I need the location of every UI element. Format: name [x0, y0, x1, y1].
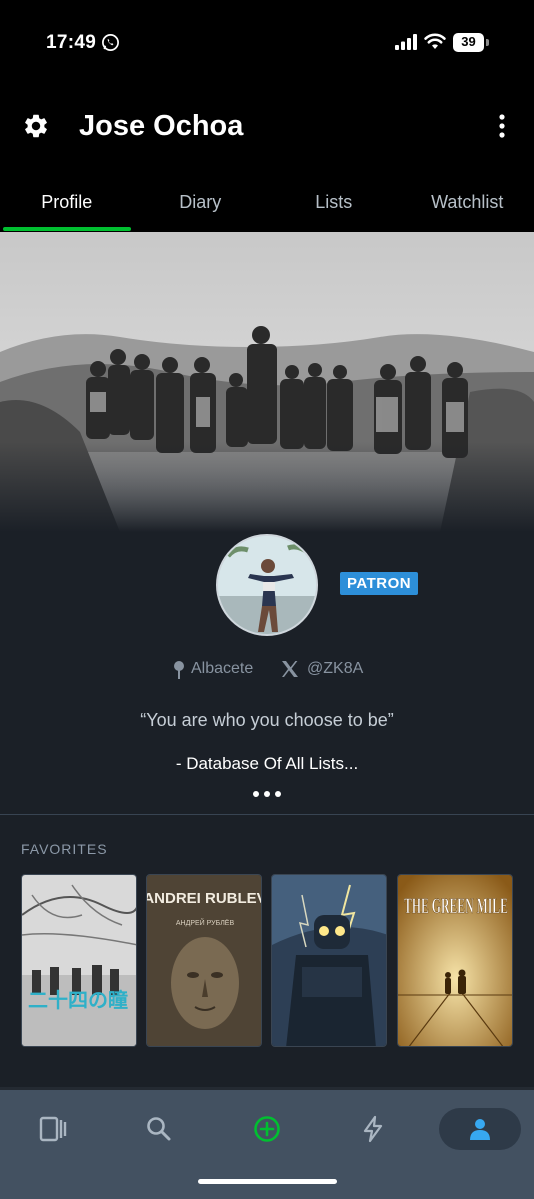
poster-title-text: ANDREI RUBLEV: [147, 890, 262, 907]
nav-add-button[interactable]: [226, 1108, 308, 1150]
tab-watchlist[interactable]: Watchlist: [401, 172, 534, 232]
whatsapp-icon: [102, 34, 119, 51]
favorites-heading: FAVORITES: [21, 841, 108, 857]
profile-bio: “You are who you choose to be”: [140, 710, 394, 730]
expand-bio-ellipsis-icon[interactable]: [252, 790, 282, 798]
status-time: 17:49: [46, 32, 97, 53]
avatar-photo: [218, 536, 316, 634]
poster-artwork: THE GREEN MILE: [398, 875, 512, 1046]
nav-films-button[interactable]: [12, 1108, 94, 1150]
profile-location: Albacete: [191, 660, 254, 677]
section-divider: [0, 814, 534, 815]
profile-content: PATRON Albacete @ZK8A “You are who you c…: [0, 232, 534, 1090]
activity-icon: [363, 1115, 383, 1143]
poster-artwork: [272, 875, 386, 1046]
patron-badge: PATRON: [340, 572, 419, 595]
poster-artwork: 二十四の瞳: [22, 875, 136, 1046]
profile-username: Jose Ochoa: [79, 110, 244, 142]
poster-title-text: 二十四の瞳: [28, 988, 128, 1012]
profile-icon: [470, 1119, 490, 1140]
add-icon: [254, 1116, 280, 1142]
twitter-handle-link[interactable]: @ZK8A: [307, 660, 363, 682]
settings-gear-icon[interactable]: [22, 112, 50, 140]
profile-avatar[interactable]: [216, 534, 318, 636]
nav-search-button[interactable]: [118, 1108, 200, 1150]
profile-tabs: Profile Diary Lists Watchlist: [0, 172, 534, 232]
more-options-icon[interactable]: [492, 112, 512, 140]
profile-bio-second-line: - Database Of All Lists...: [175, 754, 359, 773]
poster-title-text: THE GREEN MILE: [404, 893, 508, 918]
nav-profile-button[interactable]: [439, 1108, 521, 1150]
battery-indicator: 39: [453, 33, 489, 52]
app-header: Jose Ochoa: [0, 90, 534, 172]
nav-activity-button[interactable]: [332, 1108, 414, 1150]
tab-profile[interactable]: Profile: [0, 172, 134, 232]
status-bar: 17:49 39: [0, 0, 534, 90]
favorite-film-poster-4[interactable]: THE GREEN MILE: [397, 874, 513, 1047]
bottom-navigation: [0, 1090, 534, 1199]
poster-subtitle-text: АНДРЕЙ РУБЛЁВ: [176, 918, 235, 927]
tab-lists[interactable]: Lists: [267, 172, 401, 232]
home-indicator: [198, 1179, 337, 1184]
profile-backdrop-image: [0, 232, 534, 532]
battery-level: 39: [461, 34, 476, 49]
poster-artwork: ANDREI RUBLEV АНДРЕЙ РУБЛЁВ: [147, 875, 262, 1046]
location-pin-icon: [174, 661, 184, 679]
wifi-icon: [424, 33, 446, 49]
favorite-film-poster-1[interactable]: 二十四の瞳: [21, 874, 137, 1047]
cellular-signal-icon: [395, 34, 417, 50]
favorite-film-poster-2[interactable]: ANDREI RUBLEV АНДРЕЙ РУБЛЁВ: [146, 874, 262, 1047]
x-twitter-icon[interactable]: [281, 660, 299, 678]
tab-diary[interactable]: Diary: [134, 172, 268, 232]
films-icon: [39, 1116, 67, 1142]
search-icon: [147, 1117, 171, 1141]
favorite-film-poster-3[interactable]: [271, 874, 387, 1047]
